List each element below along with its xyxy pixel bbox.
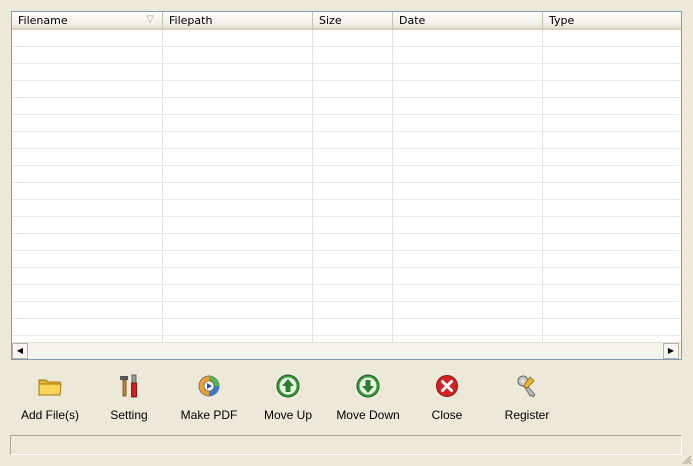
toolbar: Add File(s) Setting Make PDF Move Up Mov… [0,368,693,428]
list-grid-empty[interactable] [12,30,681,343]
add-files-label: Add File(s) [20,408,79,422]
key-icon [517,375,536,398]
setting-label: Setting [110,408,148,422]
scroll-right-button[interactable]: ▶ [663,343,679,359]
move-down-label: Move Down [336,408,400,422]
horizontal-scrollbar[interactable]: ◀ ▶ [12,342,681,359]
column-header-filename[interactable]: Filename ▽ [12,12,163,30]
move-down-button[interactable]: Move Down [328,368,408,426]
column-header-filepath[interactable]: Filepath [163,12,313,30]
add-files-button[interactable]: Add File(s) [10,368,90,426]
close-button[interactable]: Close [407,368,487,426]
arrow-down-icon [356,374,380,398]
folder-icon [38,379,62,396]
column-header-label: Filename [18,14,68,27]
close-icon [436,375,458,397]
make-pdf-button[interactable]: Make PDF [169,368,249,426]
triangle-left-icon: ◀ [16,346,24,355]
move-up-button[interactable]: Move Up [248,368,328,426]
column-header-size[interactable]: Size [313,12,393,30]
status-bar [10,435,682,455]
column-header-label: Type [549,14,575,27]
triangle-right-icon: ▶ [667,346,675,355]
arrow-up-icon [276,374,300,398]
sort-descending-icon: ▽ [146,14,154,25]
tools-icon [120,374,137,398]
scroll-left-button[interactable]: ◀ [12,343,28,359]
register-label: Register [504,408,550,422]
move-up-label: Move Up [263,408,313,422]
resize-grip-icon[interactable] [680,453,692,465]
column-header-date[interactable]: Date [393,12,543,30]
file-list-view[interactable]: Filename ▽ Filepath Size Date Type ◀ ▶ [11,11,682,360]
make-pdf-label: Make PDF [180,408,238,422]
column-header-type[interactable]: Type [543,12,681,30]
column-header-label: Date [399,14,426,27]
make-pdf-icon [198,375,220,397]
list-header: Filename ▽ Filepath Size Date Type [12,12,681,30]
setting-button[interactable]: Setting [89,368,169,426]
column-header-label: Filepath [169,14,213,27]
column-header-label: Size [319,14,342,27]
register-button[interactable]: Register [487,368,567,426]
scroll-track[interactable] [29,343,662,359]
close-label: Close [431,408,463,422]
